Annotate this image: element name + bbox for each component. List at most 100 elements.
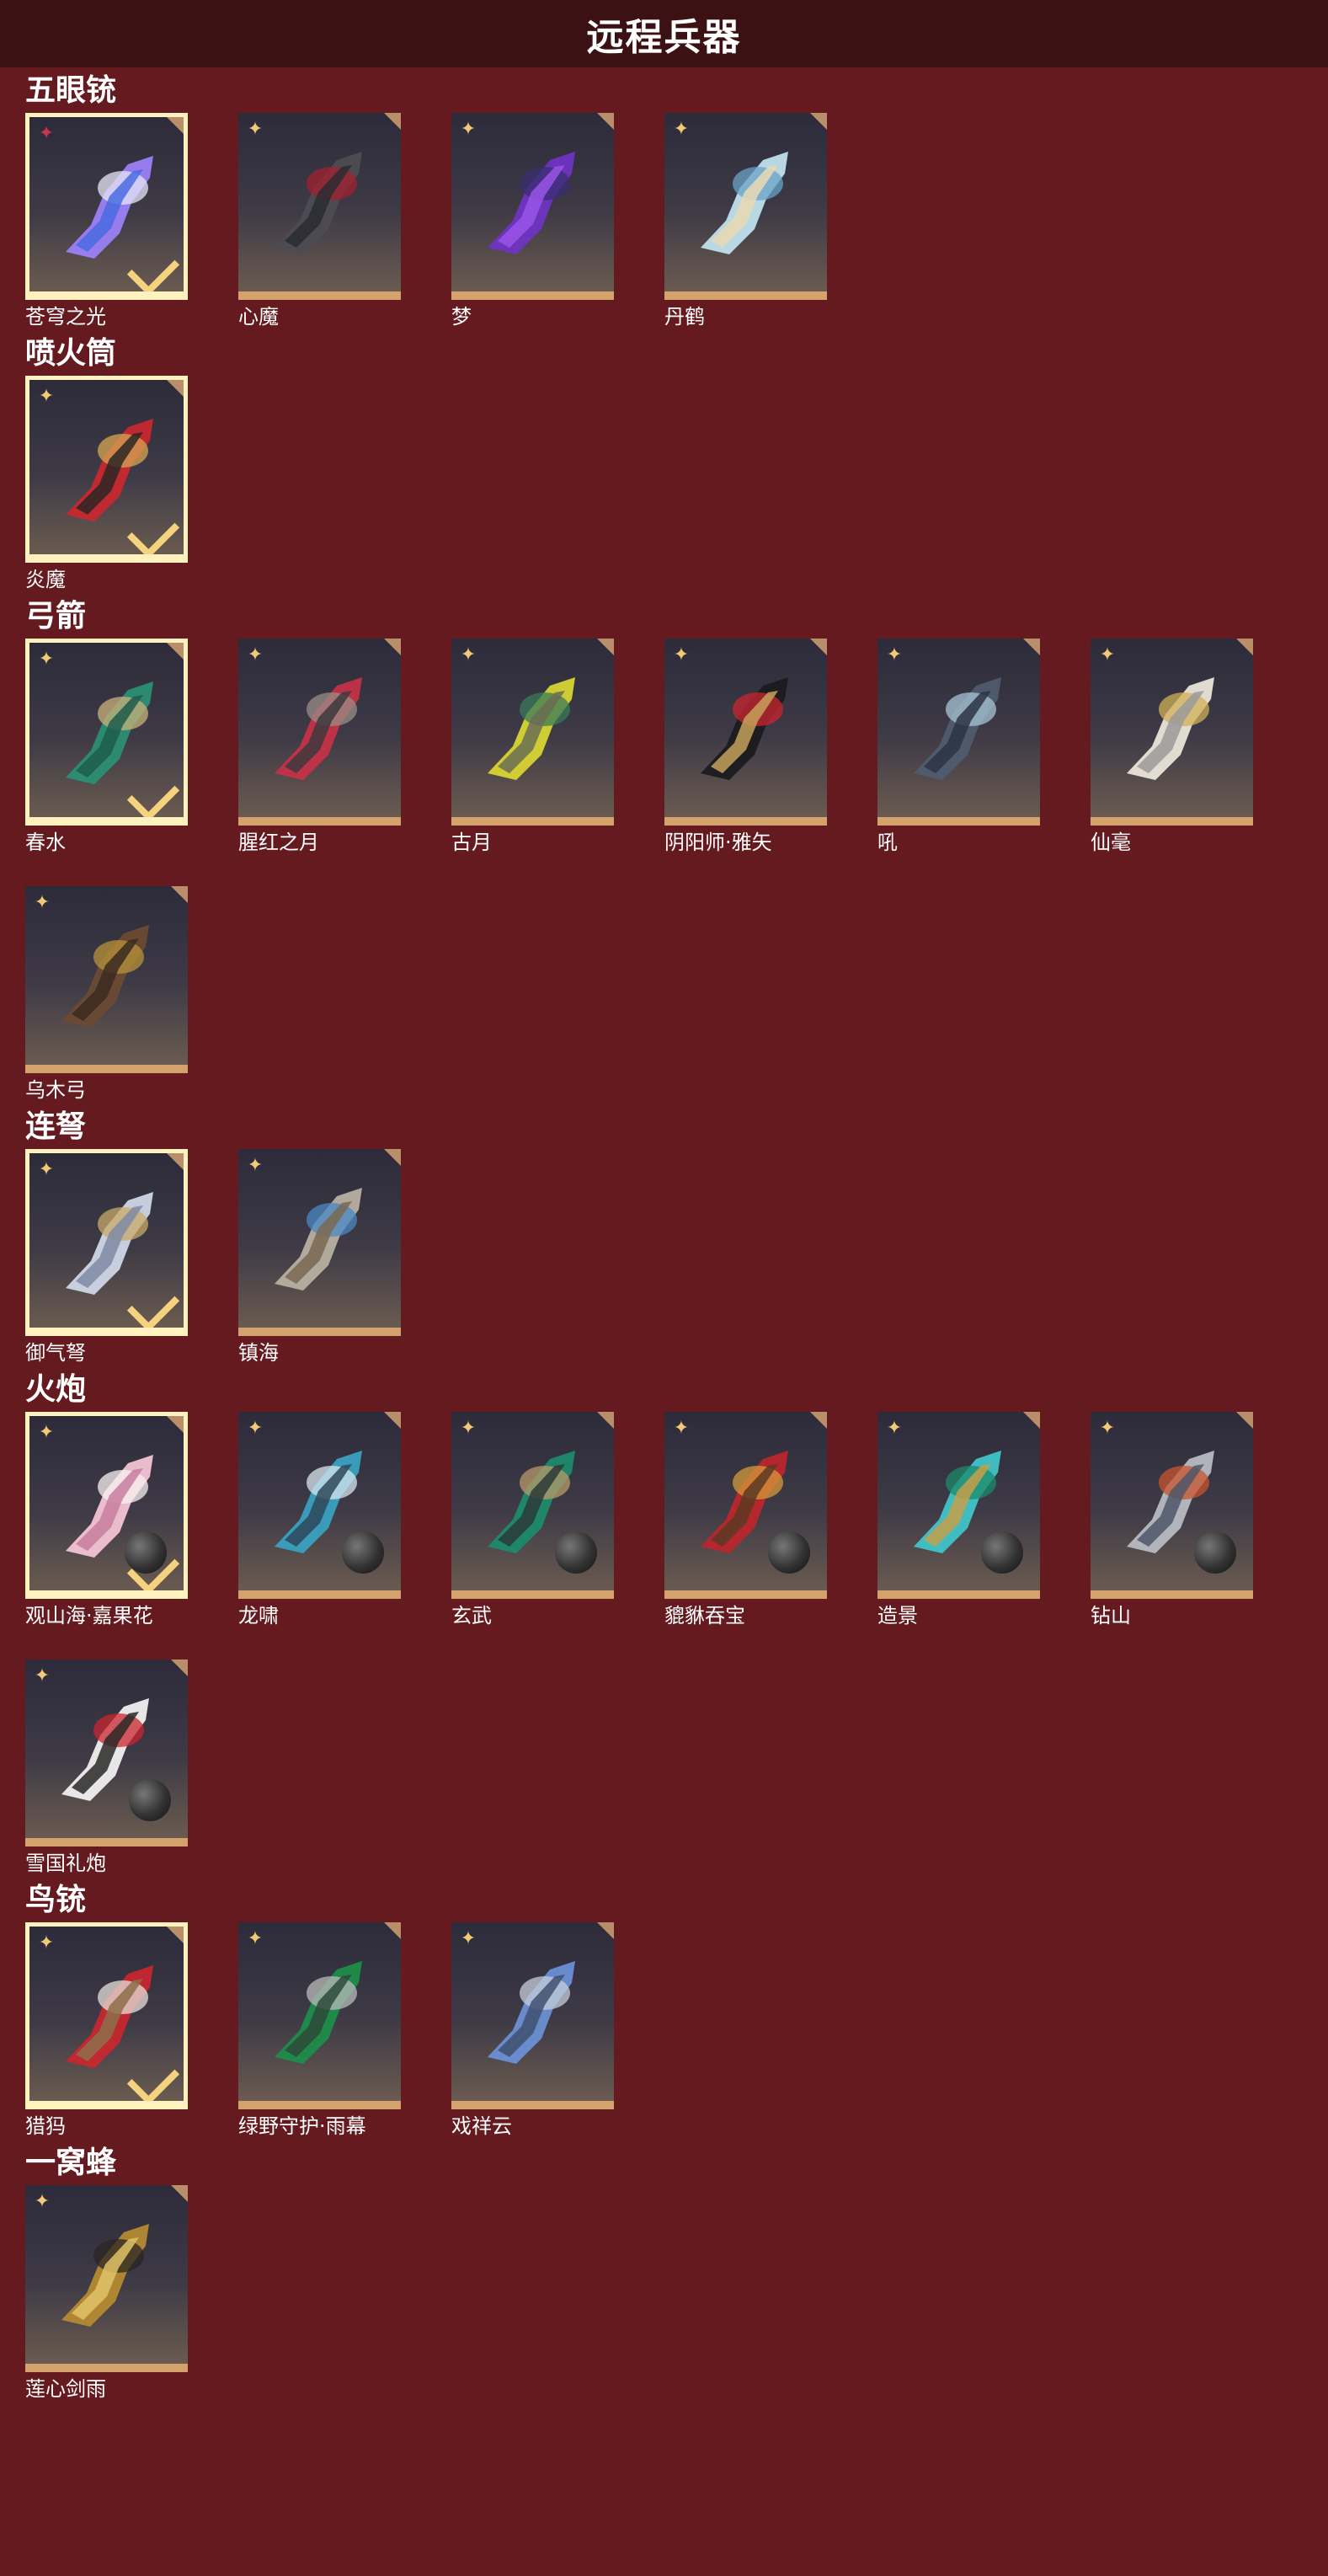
weapon-artwork-icon <box>914 677 1001 780</box>
weapon-card[interactable]: ✦ <box>238 1922 401 2109</box>
weapon-name: 丹鹤 <box>664 305 705 329</box>
weapon-item[interactable]: ✦ 猎犸 <box>25 1922 188 2140</box>
weapon-card[interactable]: ✦ <box>664 639 827 826</box>
weapon-item[interactable]: ✦ 乌木弓 <box>25 886 188 1104</box>
weapon-grid: ✦ 莲心剑雨 <box>0 2185 1328 2402</box>
weapon-item[interactable]: ✦ 玄武 <box>451 1412 614 1629</box>
weapon-card[interactable]: ✦ <box>877 1412 1040 1599</box>
corner-tag-icon <box>810 639 827 655</box>
weapon-artwork-icon <box>61 925 149 1028</box>
weapon-name: 貔貅吞宝 <box>664 1604 745 1627</box>
weapon-item[interactable]: ✦ 造景 <box>877 1412 1040 1629</box>
weapon-item[interactable]: ✦ 龙啸 <box>238 1412 401 1629</box>
rarity-star-icon: ✦ <box>886 1418 903 1439</box>
weapon-item[interactable]: ✦ 吼 <box>877 639 1040 856</box>
weapon-name: 仙毫 <box>1091 831 1131 854</box>
weapon-item[interactable]: ✦ 古月 <box>451 639 614 856</box>
corner-tag-icon <box>167 643 184 660</box>
weapon-card[interactable]: ✦ <box>238 1412 401 1599</box>
weapon-card[interactable]: ✦ <box>25 886 188 1073</box>
weapon-item[interactable]: ✦ 心魔 <box>238 113 401 330</box>
weapon-item[interactable]: ✦ 腥红之月 <box>238 639 401 856</box>
category-title: 连弩 <box>25 1109 87 1144</box>
weapon-item[interactable]: ✦ 春水 <box>25 639 188 856</box>
weapon-artwork-icon <box>275 1961 362 2064</box>
category-title: 五眼铳 <box>25 73 117 108</box>
weapon-artwork-icon <box>275 677 362 780</box>
rarity-star-icon: ✦ <box>34 892 51 913</box>
weapon-card[interactable]: ✦ <box>451 639 614 826</box>
weapon-item[interactable]: ✦ 绿野守护·雨幕 <box>238 1922 401 2140</box>
weapon-card[interactable]: ✦ <box>664 1412 827 1599</box>
weapon-item[interactable]: ✦ 仙毫 <box>1091 639 1253 856</box>
weapon-card[interactable]: ✦ <box>25 1149 188 1336</box>
category-title: 火炮 <box>25 1372 87 1407</box>
weapon-card[interactable]: ✦ <box>238 1149 401 1336</box>
weapon-item[interactable]: ✦ 御气弩 <box>25 1149 188 1366</box>
weapon-card[interactable]: ✦ <box>25 1412 188 1599</box>
weapon-item[interactable]: ✦ 炎魔 <box>25 376 188 593</box>
rarity-star-icon: ✦ <box>460 1418 477 1439</box>
corner-tag-icon <box>167 1153 184 1170</box>
corner-tag-icon <box>597 113 614 130</box>
weapon-card[interactable]: ✦ <box>25 1922 188 2109</box>
weapon-card[interactable]: ✦ <box>25 376 188 563</box>
weapon-item[interactable]: ✦ 钻山 <box>1091 1412 1253 1629</box>
weapon-card[interactable]: ✦ <box>25 2185 188 2372</box>
weapon-item[interactable]: ✦ 镇海 <box>238 1149 401 1366</box>
weapon-item[interactable]: ✦ 苍穹之光 <box>25 113 188 330</box>
rarity-star-icon: ✦ <box>673 119 690 140</box>
weapon-card[interactable]: ✦ <box>238 113 401 300</box>
weapon-item[interactable]: ✦ 貔貅吞宝 <box>664 1412 827 1629</box>
rarity-star-icon: ✦ <box>460 644 477 665</box>
weapon-category-section: 鸟铳 ✦ 猎犸 ✦ 绿野守护·雨幕 ✦ 戏祥云 <box>0 1879 1328 2140</box>
weapon-item[interactable]: ✦ 戏祥云 <box>451 1922 614 2140</box>
weapon-card[interactable]: ✦ <box>451 1412 614 1599</box>
weapon-item[interactable]: ✦ 丹鹤 <box>664 113 827 330</box>
weapon-name: 乌木弓 <box>25 1078 86 1102</box>
weapon-card[interactable]: ✦ <box>238 639 401 826</box>
weapon-artwork-icon <box>1127 677 1214 780</box>
weapon-card[interactable]: ✦ <box>25 639 188 826</box>
weapon-item[interactable]: ✦ 观山海·嘉果花 <box>25 1412 188 1629</box>
corner-tag-icon <box>167 117 184 134</box>
category-title: 一窝蜂 <box>25 2146 117 2180</box>
page-title: 远程兵器 <box>586 16 742 59</box>
weapon-item[interactable]: ✦ 阴阳师·雅矢 <box>664 639 827 856</box>
weapon-name: 腥红之月 <box>238 831 319 854</box>
weapon-item[interactable]: ✦ 雪国礼炮 <box>25 1659 188 1877</box>
weapon-category-section: 五眼铳 ✦ 苍穹之光 ✦ 心魔 ✦ 梦 ✦ 丹鹤 <box>0 69 1328 330</box>
weapon-item[interactable]: ✦ 莲心剑雨 <box>25 2185 188 2402</box>
weapon-artwork-icon <box>61 2224 149 2327</box>
weapon-card[interactable]: ✦ <box>1091 1412 1253 1599</box>
weapon-card[interactable]: ✦ <box>1091 639 1253 826</box>
weapon-name: 梦 <box>451 305 472 329</box>
rarity-star-icon: ✦ <box>1099 1418 1116 1439</box>
rarity-star-icon: ✦ <box>886 644 903 665</box>
weapon-name: 雪国礼炮 <box>25 1852 106 1875</box>
weapon-item[interactable]: ✦ 梦 <box>451 113 614 330</box>
weapon-name: 玄武 <box>451 1604 492 1627</box>
corner-tag-icon <box>597 1922 614 1939</box>
rarity-star-icon: ✦ <box>247 1155 264 1176</box>
weapon-card[interactable]: ✦ <box>451 1922 614 2109</box>
weapon-name: 镇海 <box>238 1341 279 1365</box>
rarity-star-icon: ✦ <box>38 1159 55 1180</box>
weapon-grid: ✦ 春水 ✦ 腥红之月 ✦ 古月 ✦ 阴阳师·雅矢 ✦ 吼 ✦ 仙毫 ✦ 乌木弓 <box>0 639 1328 1104</box>
weapon-name: 戏祥云 <box>451 2114 512 2138</box>
weapon-list: 五眼铳 ✦ 苍穹之光 ✦ 心魔 ✦ 梦 ✦ 丹鹤 喷火筒 ✦ 炎魔 弓箭 ✦ 春水 ✦ 腥红之月 ✦ 古月 ✦ 阴阳师·… <box>0 69 1328 2402</box>
weapon-category-section: 连弩 ✦ 御气弩 ✦ 镇海 <box>0 1105 1328 1366</box>
weapon-name: 绿野守护·雨幕 <box>238 2114 366 2138</box>
weapon-card[interactable]: ✦ <box>877 639 1040 826</box>
cannonball-icon <box>129 1779 171 1821</box>
weapon-card[interactable]: ✦ <box>451 113 614 300</box>
corner-tag-icon <box>810 113 827 130</box>
rarity-star-icon: ✦ <box>247 119 264 140</box>
corner-tag-icon <box>1023 639 1040 655</box>
weapon-card[interactable]: ✦ <box>25 1659 188 1846</box>
rarity-star-icon: ✦ <box>38 123 55 144</box>
weapon-card[interactable]: ✦ <box>25 113 188 300</box>
corner-tag-icon <box>171 886 188 903</box>
weapon-name: 龙啸 <box>238 1604 279 1627</box>
weapon-card[interactable]: ✦ <box>664 113 827 300</box>
